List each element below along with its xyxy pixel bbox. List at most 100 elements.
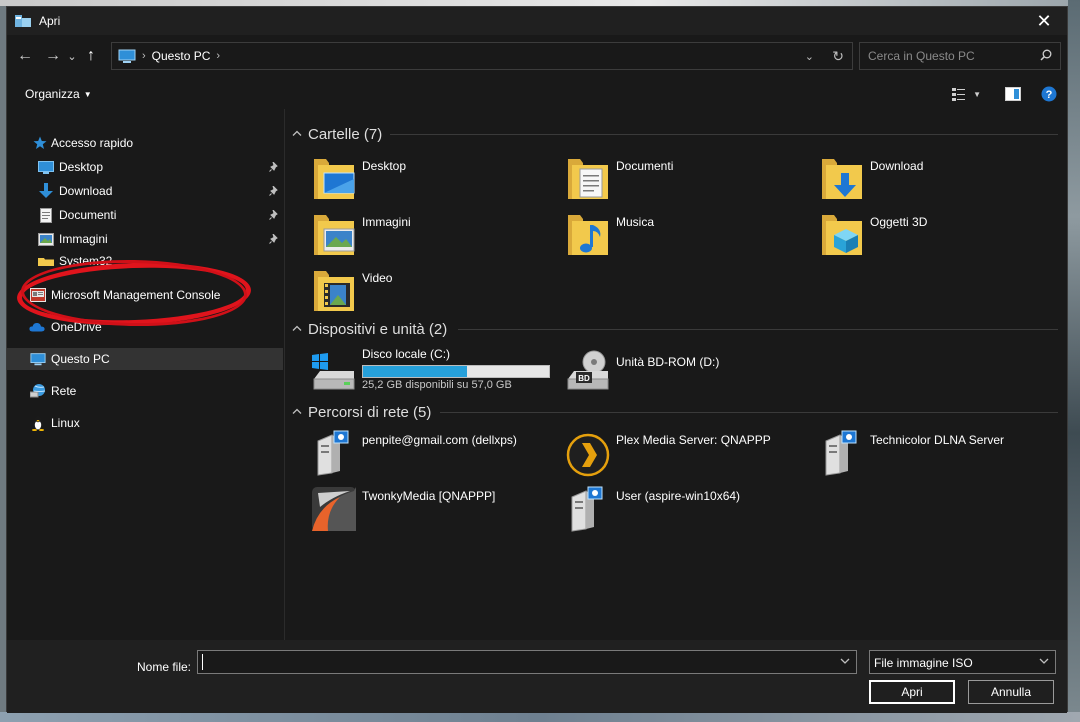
network-tile-penpite[interactable]: penpite@gmail.com (dellxps) [310,429,550,477]
sidebar-item-accesso-rapido[interactable]: Accesso rapido [7,132,283,154]
sidebar-item-desktop[interactable]: Desktop [7,156,283,178]
view-options-caret-icon[interactable]: ▼ [973,90,981,99]
pin-icon[interactable] [269,160,279,172]
pin-icon[interactable] [269,184,279,196]
sidebar-item-download[interactable]: Download [7,180,283,202]
command-bar: Organizza ▼ ▼ ? [7,79,1067,109]
folder-name: Documenti [616,159,674,173]
linux-icon [30,415,46,431]
drive-tile-c[interactable]: Disco locale (C:) 25,2 GB disponibili su… [310,345,550,393]
plex-icon [564,429,612,477]
drive-usage-bar [362,365,550,378]
refresh-icon[interactable]: ↻ [832,48,844,65]
filename-combobox[interactable] [197,650,857,674]
star-icon [32,135,48,151]
filename-label: Nome file: [137,660,192,674]
filename-dropdown-chevron-icon[interactable] [840,656,850,667]
computer-icon [118,49,136,63]
folder-tile-musica[interactable]: Musica [564,211,804,259]
folder-documents-icon [564,155,612,203]
network-tile-technicolor[interactable]: Technicolor DLNA Server [818,429,1058,477]
network-tile-plex[interactable]: Plex Media Server: QNAPPP [564,429,804,477]
pin-icon[interactable] [269,208,279,220]
open-file-dialog: Apri ✕ ← → ⌄ ↑ › Questo PC › ⌄ ↻ Organiz… [6,6,1068,713]
network-location-name: Technicolor DLNA Server [870,433,1005,447]
folder-3d-icon [818,211,866,259]
forward-arrow-icon[interactable]: → [41,44,65,68]
preview-pane-icon[interactable] [1005,87,1021,101]
network-location-name: Plex Media Server: QNAPPP [616,433,771,447]
pin-icon[interactable] [269,232,279,244]
close-icon[interactable]: ✕ [1021,7,1067,35]
search-input[interactable] [868,49,1028,63]
drive-name: Disco locale (C:) [362,347,451,361]
sidebar-item-documenti[interactable]: Documenti [7,204,283,226]
download-icon [38,183,54,199]
collapse-chevron-icon[interactable] [292,324,302,335]
sidebar-item-label: Desktop [59,160,104,174]
network-tile-user[interactable]: User (aspire-win10x64) [564,485,804,533]
network-tile-twonky[interactable]: TwonkyMedia [QNAPPP] [310,485,550,533]
filename-input[interactable] [202,654,822,670]
folder-name: Desktop [362,159,407,173]
sidebar-item-questo-pc[interactable]: Questo PC [7,348,283,370]
change-view-icon[interactable] [951,86,967,102]
folder-tile-documenti[interactable]: Documenti [564,155,804,203]
window-title: Apri [39,14,61,28]
sidebar-item-rete[interactable]: Rete [7,380,283,402]
folder-music-icon [564,211,612,259]
folder-tile-desktop[interactable]: Desktop [310,155,550,203]
group-title: Dispositivi e unità (2) [308,320,448,338]
cancel-button[interactable]: Annulla [968,680,1054,704]
network-location-name: TwonkyMedia [QNAPPP] [362,489,496,503]
folder-name: Download [870,159,924,173]
help-icon[interactable]: ? [1041,86,1057,102]
search-box[interactable] [859,42,1061,70]
folder-tile-video[interactable]: Video [310,267,550,315]
organize-button[interactable]: Organizza ▼ [25,87,92,101]
breadcrumb-separator[interactable]: › [142,50,146,62]
open-button[interactable]: Apri [869,680,955,704]
group-header-dispositivi[interactable]: Dispositivi e unità (2) [286,318,1062,340]
content-pane: Cartelle (7) Desktop Documenti Download [286,109,1067,640]
address-bar[interactable]: › Questo PC › ⌄ ↻ [111,42,853,70]
address-dropdown-chevron-icon[interactable]: ⌄ [805,50,814,63]
group-title: Percorsi di rete (5) [308,403,432,421]
group-header-percorsi-di-rete[interactable]: Percorsi di rete (5) [286,401,1062,423]
caret-down-icon: ▼ [83,90,92,100]
sidebar-item-linux[interactable]: Linux [7,412,283,434]
sidebar-item-label: Immagini [59,232,108,246]
sidebar-item-label: Rete [51,384,77,398]
sidebar-item-immagini[interactable]: Immagini [7,228,283,250]
up-arrow-icon[interactable]: ↑ [79,44,103,68]
drive-name: Unità BD-ROM (D:) [616,355,720,369]
folder-download-icon [818,155,866,203]
folder-tile-oggetti-3d[interactable]: Oggetti 3D [818,211,1058,259]
dialog-app-icon [15,14,31,28]
twonky-icon [310,485,358,533]
drive-usage-fill [363,366,467,377]
sidebar-item-label: Documenti [59,208,117,222]
organize-label: Organizza [25,87,80,101]
collapse-chevron-icon[interactable] [292,129,302,140]
bd-rom-icon: BD [564,345,612,393]
breadcrumb-questo-pc[interactable]: Questo PC [152,49,211,63]
folder-pictures-icon [310,211,358,259]
filetype-select[interactable]: File immagine ISO [869,650,1056,674]
network-location-name: penpite@gmail.com (dellxps) [362,433,517,447]
filetype-value: File immagine ISO [874,656,973,670]
back-arrow-icon[interactable]: ← [13,44,37,68]
breadcrumb-separator[interactable]: › [216,50,220,62]
media-server-icon [310,429,358,477]
drive-tile-bd-rom[interactable]: BD Unità BD-ROM (D:) [564,345,804,393]
folder-tile-immagini[interactable]: Immagini [310,211,550,259]
sidebar-item-label: Accesso rapido [51,136,134,150]
recent-locations-chevron-icon[interactable]: ⌄ [65,44,79,68]
group-header-cartelle[interactable]: Cartelle (7) [286,123,1062,145]
search-icon[interactable] [1040,49,1052,61]
network-icon [30,383,46,399]
cloud-icon [29,319,45,335]
collapse-chevron-icon[interactable] [292,407,302,418]
filetype-dropdown-chevron-icon[interactable] [1039,656,1049,667]
folder-tile-download[interactable]: Download [818,155,1058,203]
